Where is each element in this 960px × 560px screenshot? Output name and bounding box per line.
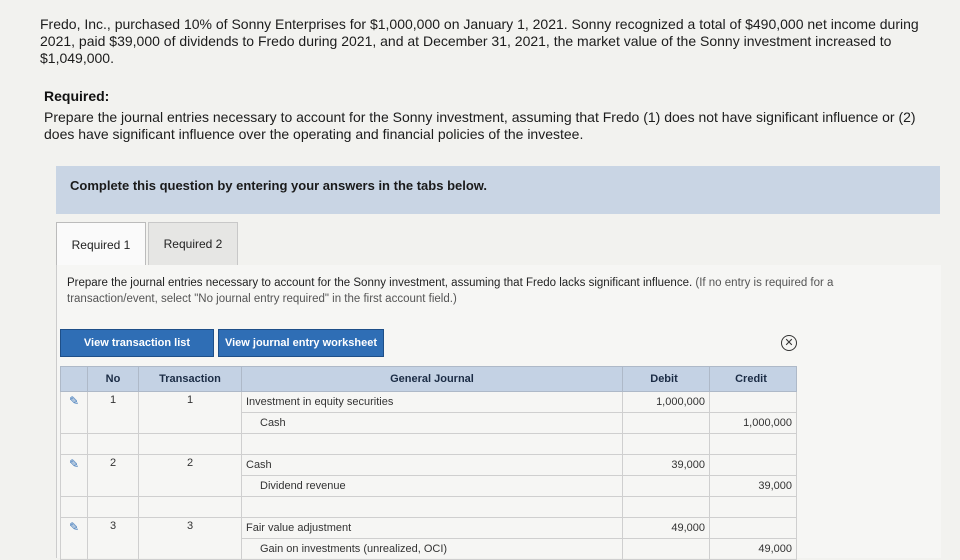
table-row: ✎ 3 3 Fair value adjustment 49,000 <box>60 517 797 560</box>
no-column-header: No <box>87 366 139 392</box>
question-banner: Complete this question by entering your … <box>56 166 940 214</box>
credit-account[interactable]: Cash <box>241 412 623 434</box>
credit-amount[interactable]: 1,000,000 <box>709 412 797 434</box>
table-row: ✎ 2 2 Cash 39,000 <box>60 454 797 497</box>
debit-amount-empty[interactable] <box>622 538 710 560</box>
debit-amount-empty[interactable] <box>622 412 710 434</box>
problem-statement: Fredo, Inc., purchased 10% of Sonny Ente… <box>40 16 919 66</box>
journal-table: No Transaction General Journal Debit Cre… <box>60 366 797 560</box>
debit-account[interactable]: Fair value adjustment <box>241 517 623 539</box>
credit-amount-empty[interactable] <box>709 454 797 476</box>
edit-column-header <box>60 366 88 392</box>
spacer-row <box>60 433 797 455</box>
close-icon[interactable]: ✕ <box>781 335 797 351</box>
entry-no: 1 <box>87 391 139 434</box>
banner-text: Complete this question by entering your … <box>70 178 488 193</box>
view-transaction-list-button[interactable]: View transaction list <box>60 329 214 357</box>
entry-no: 3 <box>87 517 139 560</box>
debit-amount[interactable]: 1,000,000 <box>622 391 710 413</box>
credit-account[interactable]: Gain on investments (unrealized, OCI) <box>241 538 623 560</box>
debit-amount-empty[interactable] <box>622 475 710 497</box>
tab-required-2[interactable]: Required 2 <box>148 222 238 266</box>
credit-amount[interactable]: 49,000 <box>709 538 797 560</box>
table-row: ✎ 1 1 Investment in equity securities 1,… <box>60 391 797 434</box>
credit-amount-empty[interactable] <box>709 391 797 413</box>
debit-account[interactable]: Investment in equity securities <box>241 391 623 413</box>
pencil-icon[interactable]: ✎ <box>69 520 79 534</box>
spacer-row <box>60 496 797 518</box>
instruction-text: Prepare the journal entries necessary to… <box>67 275 917 307</box>
entry-transaction: 2 <box>138 454 242 497</box>
credit-amount[interactable]: 39,000 <box>709 475 797 497</box>
pencil-icon[interactable]: ✎ <box>69 457 79 471</box>
general-journal-column-header: General Journal <box>241 366 623 392</box>
required-text: Prepare the journal entries necessary to… <box>44 109 916 142</box>
debit-column-header: Debit <box>622 366 710 392</box>
instruction-main: Prepare the journal entries necessary to… <box>67 277 693 289</box>
entry-no: 2 <box>87 454 139 497</box>
edit-cell[interactable]: ✎ <box>60 391 88 434</box>
debit-account[interactable]: Cash <box>241 454 623 476</box>
edit-cell[interactable]: ✎ <box>60 454 88 497</box>
pencil-icon[interactable]: ✎ <box>69 394 79 408</box>
view-journal-entry-worksheet-button[interactable]: View journal entry worksheet <box>218 329 384 357</box>
transaction-column-header: Transaction <box>138 366 242 392</box>
credit-column-header: Credit <box>709 366 797 392</box>
entry-transaction: 1 <box>138 391 242 434</box>
edit-cell[interactable]: ✎ <box>60 517 88 560</box>
debit-amount[interactable]: 39,000 <box>622 454 710 476</box>
entry-transaction: 3 <box>138 517 242 560</box>
tab-required-1[interactable]: Required 1 <box>56 222 146 266</box>
credit-account[interactable]: Dividend revenue <box>241 475 623 497</box>
debit-amount[interactable]: 49,000 <box>622 517 710 539</box>
table-header-row: No Transaction General Journal Debit Cre… <box>60 366 797 392</box>
required-heading: Required: <box>44 88 110 104</box>
credit-amount-empty[interactable] <box>709 517 797 539</box>
